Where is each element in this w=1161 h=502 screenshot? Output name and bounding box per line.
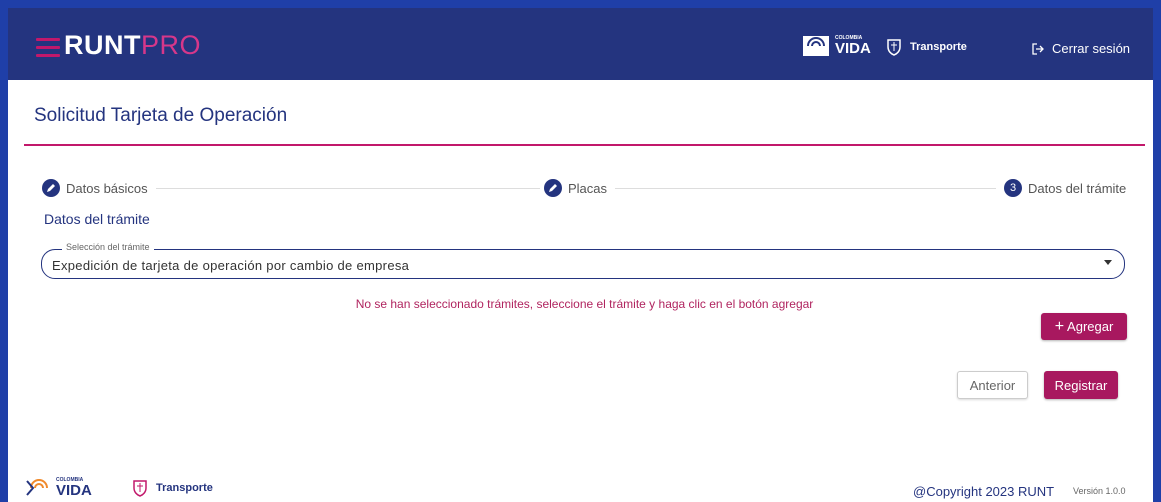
add-label: Agregar (1067, 319, 1114, 334)
colombia-mark-icon (803, 36, 829, 56)
copyright-text: @Copyright 2023 RUNT (913, 484, 1055, 499)
previous-button[interactable]: Anterior (957, 371, 1028, 399)
stepper-connector (150, 188, 540, 189)
logout-icon (1032, 42, 1044, 55)
brand-bold: RUNT (64, 30, 141, 60)
logout-button[interactable]: Cerrar sesión (1032, 41, 1130, 56)
step-number: 3 (1004, 179, 1022, 197)
stepper-connector (596, 188, 996, 189)
title-divider (24, 144, 1145, 146)
empty-warning: No se han seleccionado trámites, selecci… (355, 297, 814, 311)
section-title: Datos del trámite (44, 211, 150, 227)
brand-logo: RUNTPRO (64, 30, 201, 61)
brand-light: PRO (141, 30, 202, 60)
footer-transport-logo: Transporte (132, 479, 213, 497)
step-datos-basicos[interactable]: Datos básicos (42, 179, 156, 197)
plus-icon: + (1054, 317, 1065, 335)
step-datos-tramite[interactable]: 3 Datos del trámite (1000, 179, 1127, 197)
shield-crest-icon (133, 480, 147, 497)
transport-text: Transporte (910, 41, 967, 53)
version-text: Versión 1.0.0 (1073, 486, 1126, 496)
step-label: Placas (568, 180, 608, 196)
top-header: RUNTPRO COLOMBIA VIDA Transporte Cerrar … (8, 8, 1153, 80)
register-button[interactable]: Registrar (1044, 371, 1118, 399)
page-title: Solicitud Tarjeta de Operación (34, 105, 288, 126)
footer-transport-text: Transporte (156, 482, 213, 494)
colombia-mark-icon (26, 479, 48, 496)
footer-vida: VIDA (56, 482, 92, 499)
shield-crest-icon (887, 39, 901, 56)
colombia-logo: COLOMBIA VIDA (803, 34, 871, 58)
select-value: Expedición de tarjeta de operación por c… (52, 258, 410, 273)
step-label: Datos del trámite (1028, 180, 1127, 196)
tramite-select[interactable]: Selección del trámite Expedición de tarj… (41, 242, 1125, 279)
pencil-icon (544, 179, 562, 197)
footer-colombia-logo: COLOMBIA VIDA (25, 477, 92, 499)
step-placas[interactable]: Placas (544, 179, 616, 197)
chevron-down-icon[interactable] (1104, 260, 1112, 265)
colombia-vida-text: VIDA (835, 40, 871, 57)
logout-label: Cerrar sesión (1052, 41, 1131, 56)
add-button[interactable]: + Agregar (1041, 313, 1127, 340)
transport-logo: Transporte (886, 38, 967, 56)
pencil-icon (42, 179, 60, 197)
step-label: Datos básicos (66, 180, 148, 196)
select-legend: Selección del trámite (62, 242, 154, 252)
menu-icon[interactable] (36, 38, 60, 58)
